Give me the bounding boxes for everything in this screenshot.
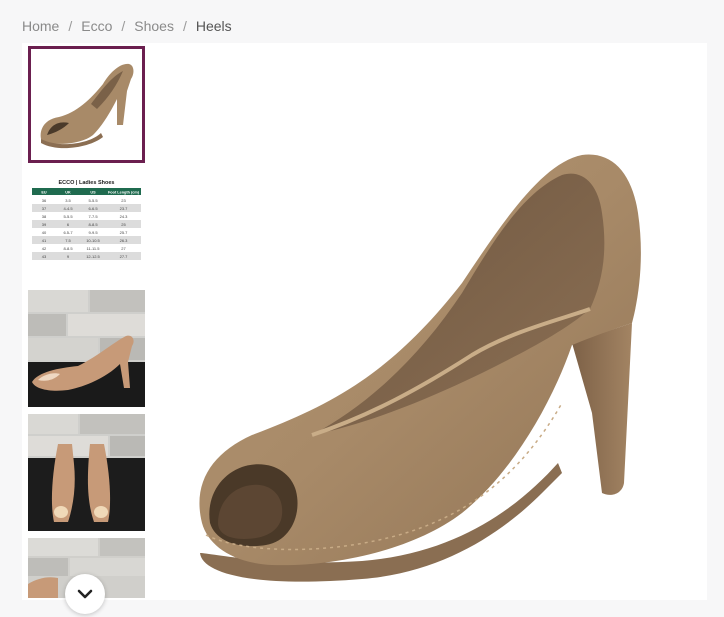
- size-chart-cell: 5-5.5: [88, 198, 98, 203]
- size-chart-cell: 6.5-7: [63, 230, 73, 235]
- thumbnail-side-view[interactable]: [28, 46, 145, 163]
- size-chart-cell: 25: [121, 222, 126, 227]
- size-chart-cell: 10-10.5: [86, 238, 100, 243]
- thumbnail-scroll-down-button[interactable]: [65, 574, 105, 614]
- size-chart-cell: 8-8.5: [88, 222, 98, 227]
- size-chart-header: Foot Length (cm): [108, 191, 140, 195]
- breadcrumb-current: Heels: [195, 18, 232, 34]
- breadcrumb-home[interactable]: Home: [22, 18, 59, 34]
- size-chart-cell: 4-4.5: [63, 206, 73, 211]
- size-chart: ECCO | Ladies Shoes EU UK US Foot Length (cm…: [32, 180, 141, 260]
- size-chart-title: ECCO | Ladies Shoes: [59, 180, 115, 186]
- size-chart-cell: 42: [42, 246, 47, 251]
- size-chart-cell: 7-7.5: [88, 214, 98, 219]
- main-product-image: [162, 83, 682, 583]
- size-chart-cell: 38: [42, 214, 47, 219]
- breadcrumb-separator: /: [121, 18, 126, 34]
- size-chart-header: US: [90, 191, 96, 195]
- thumbnail-pair-front[interactable]: [28, 290, 145, 407]
- size-chart-cell: 43: [42, 254, 47, 259]
- size-chart-cell: 41: [42, 238, 47, 243]
- chevron-down-icon: [77, 589, 93, 599]
- breadcrumb-ecco[interactable]: Ecco: [81, 18, 112, 34]
- product-gallery: ECCO | Ladies Shoes EU UK US Foot Length (cm…: [22, 43, 707, 600]
- size-chart-header: UK: [65, 191, 71, 195]
- breadcrumb-shoes[interactable]: Shoes: [134, 18, 174, 34]
- size-chart-cell: 12-12.5: [86, 254, 100, 259]
- size-chart-cell: 5-5.5: [63, 214, 73, 219]
- size-chart-header: EU: [41, 191, 47, 195]
- breadcrumb: Home / Ecco / Shoes / Heels: [22, 18, 232, 34]
- size-chart-cell: 36: [42, 198, 47, 203]
- size-chart-cell: 25.7: [120, 230, 129, 235]
- breadcrumb-separator: /: [68, 18, 73, 34]
- size-chart-cell: 6-6.5: [88, 206, 98, 211]
- size-chart-cell: 39: [42, 222, 47, 227]
- size-chart-cell: 23.7: [120, 206, 129, 211]
- size-chart-cell: 3.5: [65, 198, 71, 203]
- size-chart-cell: 27: [121, 246, 126, 251]
- size-chart-cell: 8-8.5: [63, 246, 73, 251]
- size-chart-cell: 7.5: [65, 238, 71, 243]
- size-chart-cell: 26.3: [120, 238, 129, 243]
- size-chart-cell: 9-9.5: [88, 230, 98, 235]
- size-chart-cell: 24.3: [120, 214, 129, 219]
- size-chart-cell: 23: [121, 198, 126, 203]
- size-chart-cell: 11-11.5: [87, 246, 101, 251]
- size-chart-cell: 27.7: [120, 254, 129, 259]
- size-chart-cell: 40: [42, 230, 47, 235]
- thumbnail-pair-top[interactable]: [28, 414, 145, 531]
- size-chart-cell: 37: [42, 206, 47, 211]
- thumbnail-size-chart[interactable]: ECCO | Ladies Shoes EU UK US Foot Length (cm…: [28, 170, 145, 287]
- breadcrumb-separator: /: [182, 18, 187, 34]
